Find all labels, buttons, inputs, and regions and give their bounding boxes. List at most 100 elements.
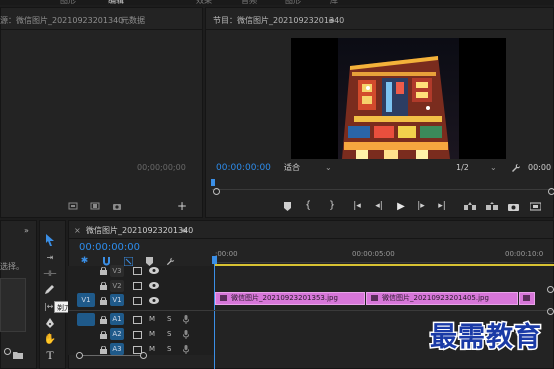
- microphone-icon[interactable]: [182, 329, 190, 339]
- step-forward-icon[interactable]: |▸: [415, 201, 427, 211]
- camera-icon[interactable]: [111, 201, 123, 211]
- video-audio-divider[interactable]: [68, 310, 554, 311]
- lock-icon[interactable]: [99, 266, 107, 275]
- track-label-a1[interactable]: A1: [110, 313, 124, 325]
- step-back-icon[interactable]: ◂|: [373, 201, 385, 211]
- eye-icon[interactable]: [148, 296, 159, 305]
- quality-dropdown-chevron-icon[interactable]: ⌄: [490, 163, 497, 173]
- source-panel-tab[interactable]: 源：微信图片_20210923201340: [0, 16, 123, 26]
- metadata-tab[interactable]: 元数据: [121, 16, 145, 26]
- pen-tool-icon[interactable]: [43, 317, 57, 329]
- vertical-zoom-handle[interactable]: [547, 286, 554, 293]
- source-duration-timecode: 00;00;00;00: [137, 163, 186, 172]
- track-label-v1[interactable]: V1: [110, 294, 124, 306]
- solo-button[interactable]: S: [167, 344, 171, 354]
- sync-lock-icon[interactable]: [132, 330, 142, 339]
- sync-lock-icon[interactable]: [132, 296, 142, 305]
- eye-icon[interactable]: [148, 266, 159, 275]
- lift-icon[interactable]: [463, 201, 476, 211]
- folder-icon[interactable]: [12, 350, 24, 359]
- microphone-icon[interactable]: [182, 344, 190, 354]
- extract-icon[interactable]: [485, 201, 498, 211]
- mute-button[interactable]: M: [149, 344, 155, 354]
- eye-icon[interactable]: [148, 281, 159, 290]
- mute-button[interactable]: M: [149, 314, 155, 324]
- track-label-v2[interactable]: V2: [110, 280, 124, 292]
- track-label-v3[interactable]: V3: [110, 265, 124, 277]
- timeline-settings-wrench-icon[interactable]: [165, 256, 176, 266]
- menu-item[interactable]: 效果: [196, 0, 212, 6]
- mute-button[interactable]: M: [149, 329, 155, 339]
- go-to-in-icon[interactable]: |◂: [351, 201, 363, 211]
- vertical-zoom-handle[interactable]: [547, 308, 554, 315]
- ripple-edit-tool-icon[interactable]: ⊣⊢: [43, 267, 57, 279]
- insert-icon[interactable]: [67, 201, 79, 211]
- wrench-icon[interactable]: [510, 162, 522, 173]
- program-panel-title[interactable]: 节目：微信图片_20210923201340: [213, 16, 344, 26]
- solo-button[interactable]: S: [167, 329, 171, 339]
- selection-tool-icon[interactable]: [43, 233, 57, 246]
- panel-menu-icon[interactable]: ≡: [328, 16, 335, 26]
- sequence-tab[interactable]: 微信图片_20210923201340: [86, 226, 193, 236]
- workspace-menu-bar: 图形 编辑 效果 音频 图形 库: [0, 0, 554, 5]
- add-marker-icon[interactable]: [145, 256, 154, 266]
- track-select-forward-tool-icon[interactable]: ⇥: [43, 251, 57, 263]
- zoom-handle-left[interactable]: [213, 188, 220, 195]
- video-clip[interactable]: 微信图片_20210923201405.jpg: [366, 292, 518, 305]
- scroll-handle-left[interactable]: [76, 352, 83, 359]
- hand-tool-icon[interactable]: ✋: [43, 333, 57, 345]
- add-marker-icon[interactable]: [283, 201, 291, 211]
- timeline-horizontal-scrollbar[interactable]: [79, 355, 145, 356]
- menu-item[interactable]: 编辑: [108, 0, 124, 6]
- program-scrubber[interactable]: [212, 178, 554, 190]
- solo-button[interactable]: S: [167, 314, 171, 324]
- track-label-a3[interactable]: A3: [110, 343, 124, 355]
- sync-lock-icon[interactable]: [132, 281, 142, 290]
- add-button-icon[interactable]: +: [176, 200, 188, 212]
- track-label-a2[interactable]: A2: [110, 328, 124, 340]
- type-tool-icon[interactable]: T: [43, 349, 57, 362]
- lock-icon[interactable]: [99, 296, 107, 305]
- scroll-handle-right[interactable]: [140, 352, 147, 359]
- source-patch-a1[interactable]: [77, 313, 95, 326]
- video-clip[interactable]: 微信图片_20210923201353.jpg: [215, 292, 365, 305]
- panel-expand-icon[interactable]: »: [24, 226, 29, 236]
- mark-out-icon[interactable]: }: [328, 200, 336, 211]
- menu-item[interactable]: 图形: [285, 0, 301, 6]
- fit-dropdown-chevron-icon[interactable]: ⌄: [325, 163, 332, 173]
- clip-fx-badge-icon: [220, 295, 227, 301]
- menu-item[interactable]: 库: [330, 0, 338, 6]
- project-thumbnail-area[interactable]: [0, 278, 26, 332]
- timeline-timecode[interactable]: 00:00:00:00: [79, 242, 140, 254]
- program-playhead[interactable]: [211, 179, 215, 186]
- program-timecode[interactable]: 00:00:00:00: [216, 163, 271, 173]
- menu-item[interactable]: 图形: [60, 0, 76, 6]
- zoom-handle-right[interactable]: [548, 188, 554, 195]
- button-editor-icon[interactable]: [529, 201, 541, 211]
- overwrite-icon[interactable]: [89, 201, 101, 211]
- go-to-out-icon[interactable]: ▸|: [436, 201, 448, 211]
- sync-lock-icon[interactable]: [132, 315, 142, 324]
- razor-tool-icon[interactable]: [43, 283, 57, 295]
- project-zoom-handle[interactable]: [4, 348, 11, 355]
- close-sequence-icon[interactable]: ×: [74, 226, 81, 236]
- mark-in-icon[interactable]: {: [304, 200, 312, 211]
- lock-icon[interactable]: [99, 330, 107, 339]
- clip-fx-badge-icon: [371, 295, 378, 301]
- panel-menu-icon[interactable]: ≡: [181, 226, 188, 236]
- sync-lock-icon[interactable]: [132, 266, 142, 275]
- menu-item[interactable]: 音频: [241, 0, 257, 6]
- work-area-bar[interactable]: [214, 264, 554, 266]
- lock-icon[interactable]: [99, 315, 107, 324]
- lock-icon[interactable]: [99, 345, 107, 354]
- source-patch-v1[interactable]: V1: [77, 293, 95, 307]
- snap-in-timeline-icon[interactable]: ✱: [79, 256, 90, 266]
- microphone-icon[interactable]: [182, 314, 190, 324]
- export-frame-camera-icon[interactable]: [507, 201, 519, 211]
- play-icon[interactable]: ▶: [395, 200, 407, 212]
- linked-selection-icon[interactable]: [123, 256, 134, 266]
- fit-dropdown[interactable]: 适合: [284, 163, 300, 173]
- video-clip[interactable]: [519, 292, 535, 305]
- quality-dropdown[interactable]: 1/2: [456, 163, 469, 173]
- lock-icon[interactable]: [99, 281, 107, 290]
